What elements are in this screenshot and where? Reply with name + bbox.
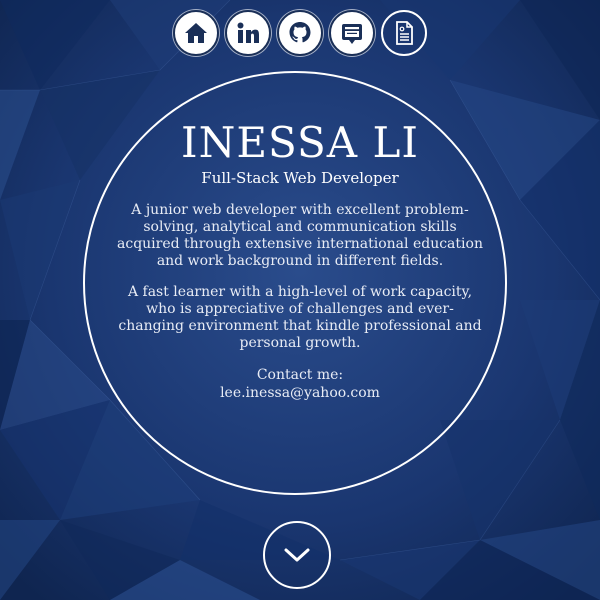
contact-card-icon <box>342 24 362 44</box>
linkedin-icon <box>237 22 259 43</box>
intro-content: INESSA LI Full-Stack Web Developer A jun… <box>108 118 492 402</box>
github-icon <box>289 22 311 43</box>
linkedin-button[interactable] <box>225 10 271 56</box>
chevron-down-icon <box>284 548 310 562</box>
contact-card-button[interactable] <box>329 10 375 56</box>
contact-label: Contact me: <box>256 367 344 383</box>
profile-summary-2: A fast learner with a high-level of work… <box>118 284 482 351</box>
resume-button[interactable] <box>381 10 427 56</box>
resume-document-icon <box>396 21 413 45</box>
profile-name: INESSA LI <box>181 118 419 167</box>
home-icon <box>185 23 207 43</box>
profile-title: Full-Stack Web Developer <box>201 169 399 187</box>
home-button[interactable] <box>173 10 219 56</box>
github-button[interactable] <box>277 10 323 56</box>
contact-email[interactable]: lee.inessa@yahoo.com <box>108 384 492 402</box>
scroll-down-button[interactable] <box>263 521 331 589</box>
social-nav <box>0 10 600 56</box>
profile-summary-1: A junior web developer with excellent pr… <box>117 202 483 269</box>
